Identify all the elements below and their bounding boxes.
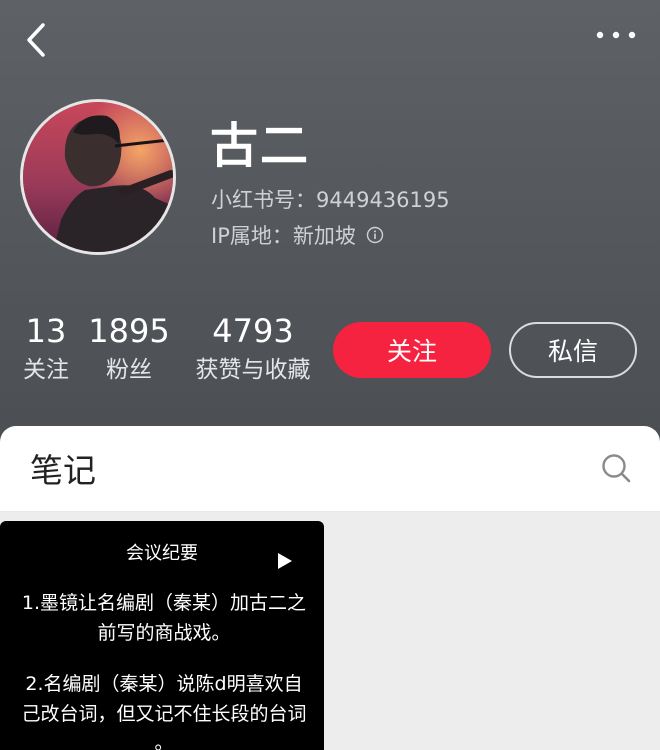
- avatar-photo: [23, 102, 173, 252]
- stat-likes-label: 获赞与收藏: [195, 357, 311, 383]
- back-button[interactable]: [18, 20, 54, 60]
- note-card-line: 2.名编剧（秦某）说陈d明喜欢自: [25, 673, 303, 695]
- notes-tabbar: 笔记: [0, 426, 660, 512]
- ip-location-text: IP属地：新加坡: [211, 224, 356, 248]
- ip-location: IP属地：新加坡: [211, 220, 384, 250]
- stat-likes-count: 4793: [212, 312, 294, 350]
- note-card-line: 前写的商战戏。: [97, 622, 231, 644]
- video-play-icon: [278, 553, 292, 569]
- info-icon[interactable]: [366, 226, 384, 244]
- stat-fans[interactable]: 1895 粉丝: [88, 312, 170, 384]
- avatar[interactable]: [20, 99, 176, 255]
- stat-fans-count: 1895: [88, 312, 170, 350]
- search-button[interactable]: [598, 450, 634, 486]
- account-id-text: 小红书号：9449436195: [211, 188, 450, 212]
- note-card-line: 己改台词，但又记不住长段的台词: [21, 703, 307, 725]
- more-button[interactable]: [594, 22, 638, 48]
- stat-likes-collects[interactable]: 4793 获赞与收藏: [186, 312, 320, 384]
- account-id: 小红书号：9449436195: [211, 184, 450, 214]
- search-icon: [602, 454, 631, 483]
- stat-following-count: 13: [25, 312, 67, 350]
- tab-notes[interactable]: 笔记: [30, 444, 96, 492]
- stat-following[interactable]: 13 关注: [18, 312, 74, 384]
- note-card[interactable]: 会议纪要 1.墨镜让名编剧（秦某）加古二之 前写的商战戏。 2.名编剧（秦某）说…: [0, 521, 324, 750]
- message-button[interactable]: 私信: [509, 322, 637, 378]
- note-card-line: 。: [154, 732, 174, 750]
- profile-name: 古二: [210, 118, 311, 174]
- follow-button[interactable]: 关注: [333, 322, 491, 378]
- note-card-line: 1.墨镜让名编剧（秦某）加古二之: [21, 592, 307, 614]
- more-horizontal-icon: [596, 31, 636, 39]
- stat-following-label: 关注: [23, 357, 69, 383]
- stat-fans-label: 粉丝: [106, 357, 152, 383]
- chevron-left-icon: [27, 23, 45, 57]
